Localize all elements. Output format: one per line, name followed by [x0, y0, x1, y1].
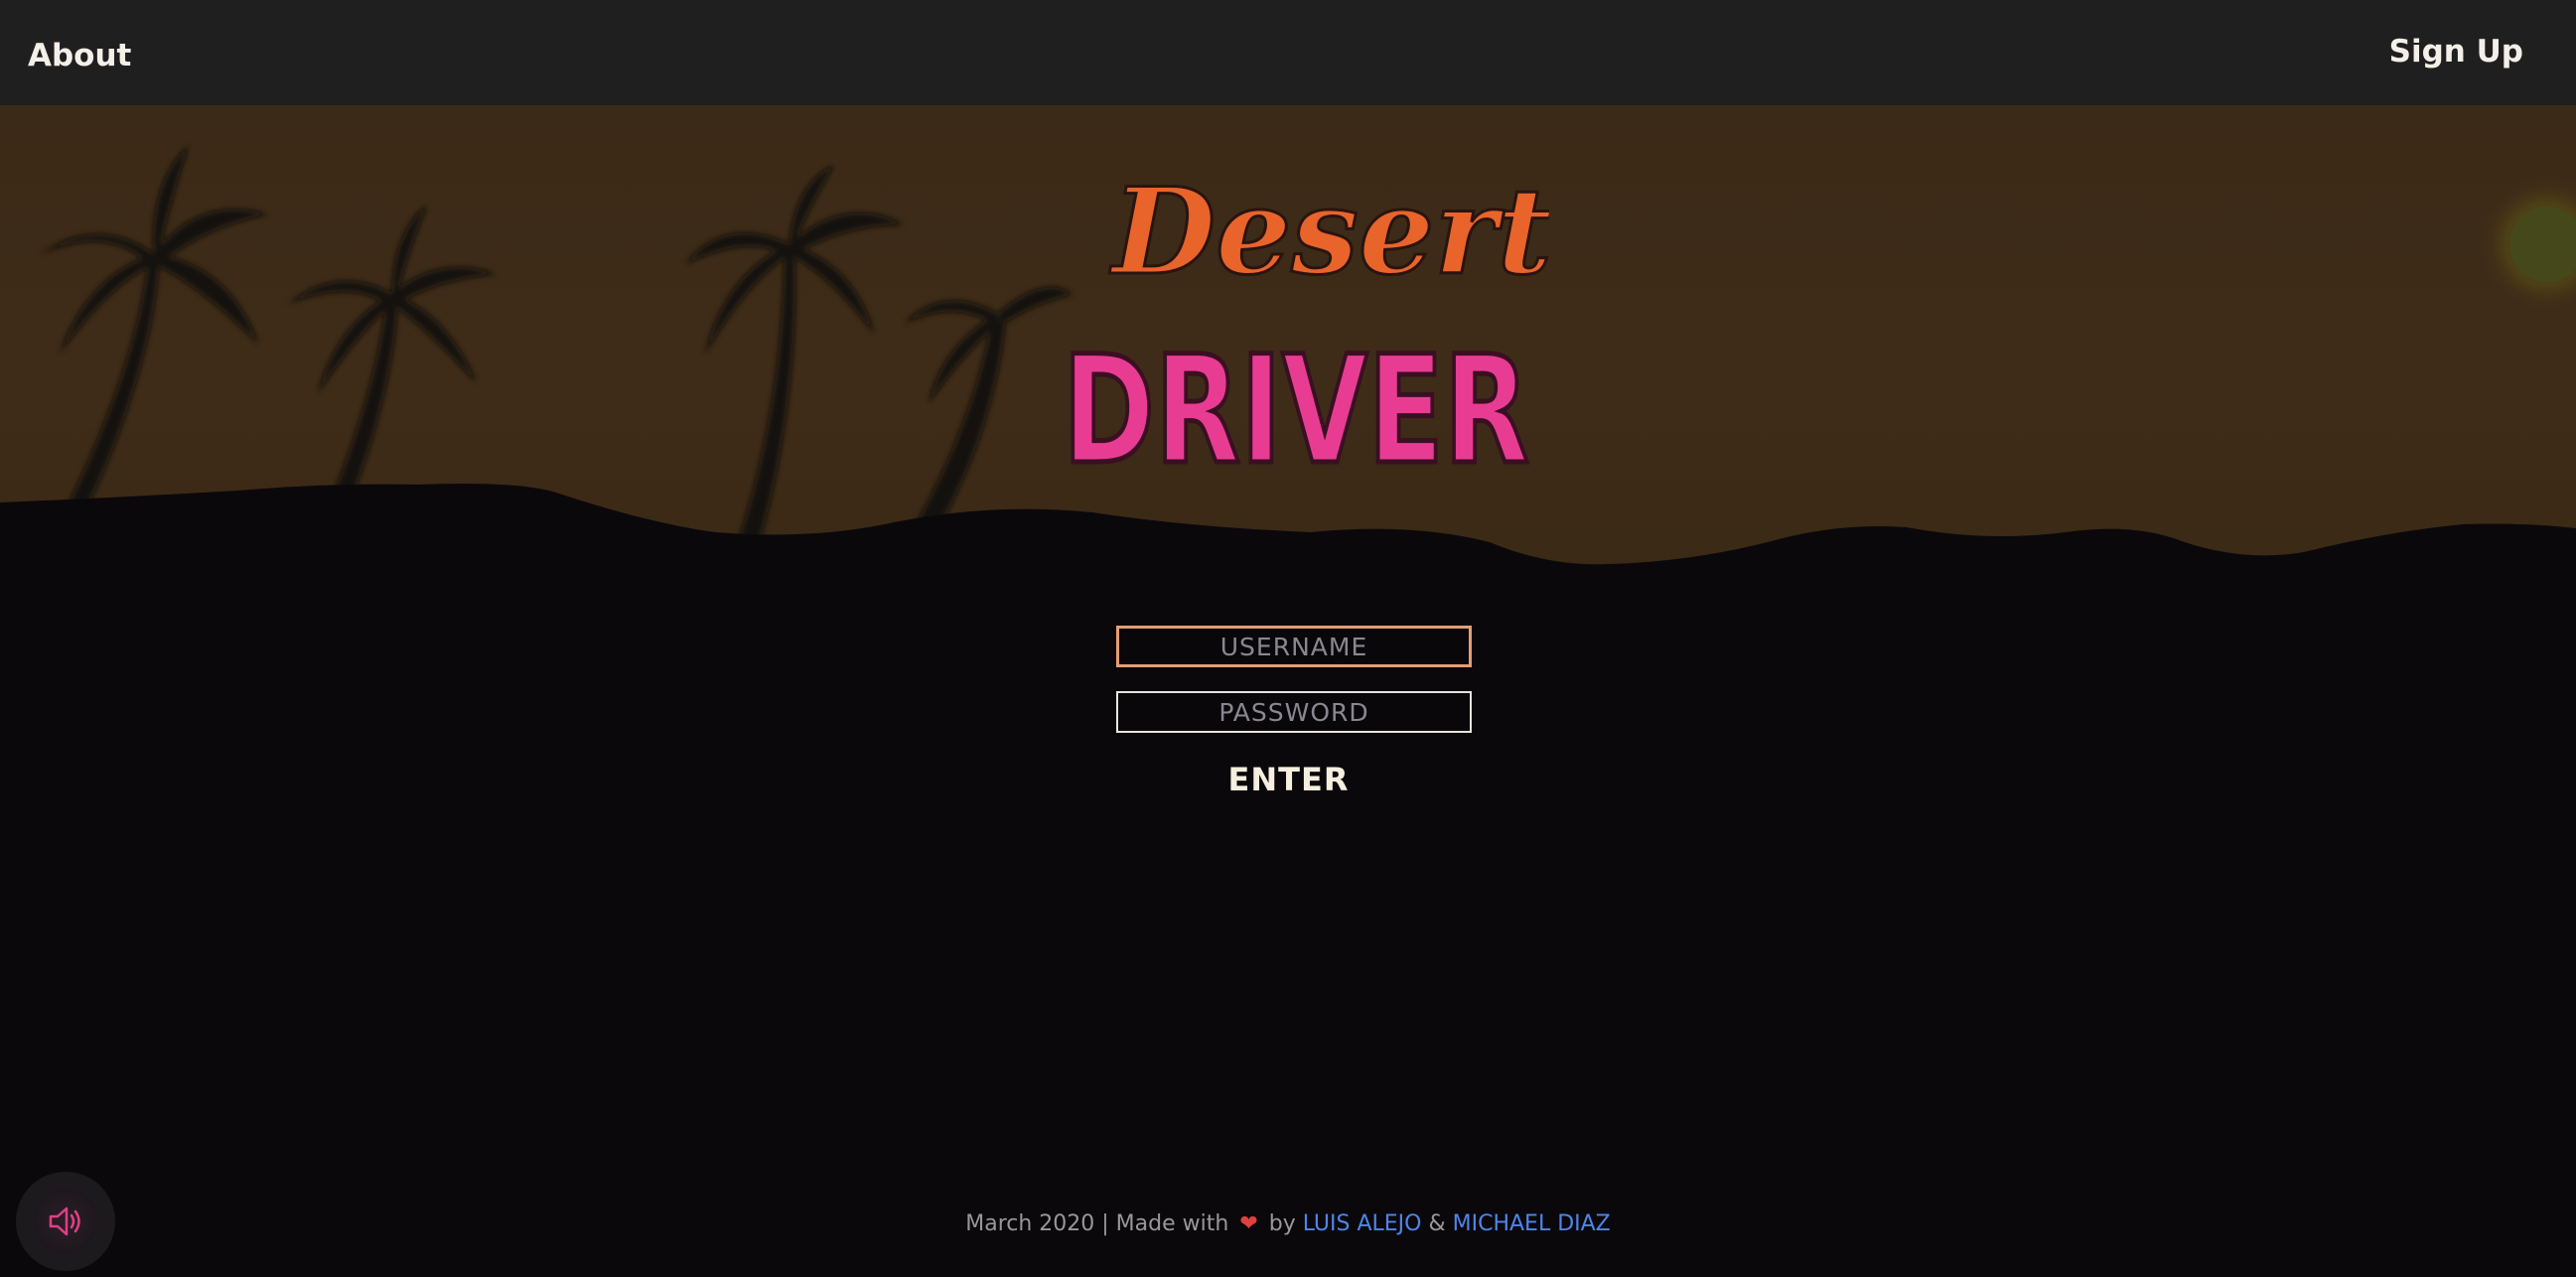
- footer-by: by: [1268, 1211, 1296, 1236]
- footer-amp: &: [1428, 1211, 1446, 1236]
- logo-line1: Desert: [1109, 162, 1549, 302]
- signup-link[interactable]: Sign Up: [2389, 34, 2523, 70]
- footer: March 2020 | Made with ❤ by LUIS ALEJO &…: [0, 1211, 2576, 1236]
- top-navbar: About Sign Up: [0, 0, 2576, 105]
- author-link-luis[interactable]: LUIS ALEJO: [1303, 1211, 1422, 1236]
- heart-icon: ❤: [1239, 1211, 1258, 1236]
- sun-icon: [2478, 175, 2576, 314]
- logo-line2: DRIVER: [1063, 325, 1529, 487]
- enter-button[interactable]: ENTER: [1172, 755, 1405, 804]
- username-input[interactable]: [1116, 626, 1472, 667]
- dunes: [0, 484, 2576, 582]
- password-input[interactable]: [1116, 691, 1472, 733]
- author-link-michael[interactable]: MICHAEL DIAZ: [1453, 1211, 1611, 1236]
- desert-driver-logo: Desert DRIVER: [1061, 161, 1550, 488]
- footer-text: March 2020 | Made with: [965, 1211, 1229, 1236]
- about-link[interactable]: About: [28, 38, 131, 73]
